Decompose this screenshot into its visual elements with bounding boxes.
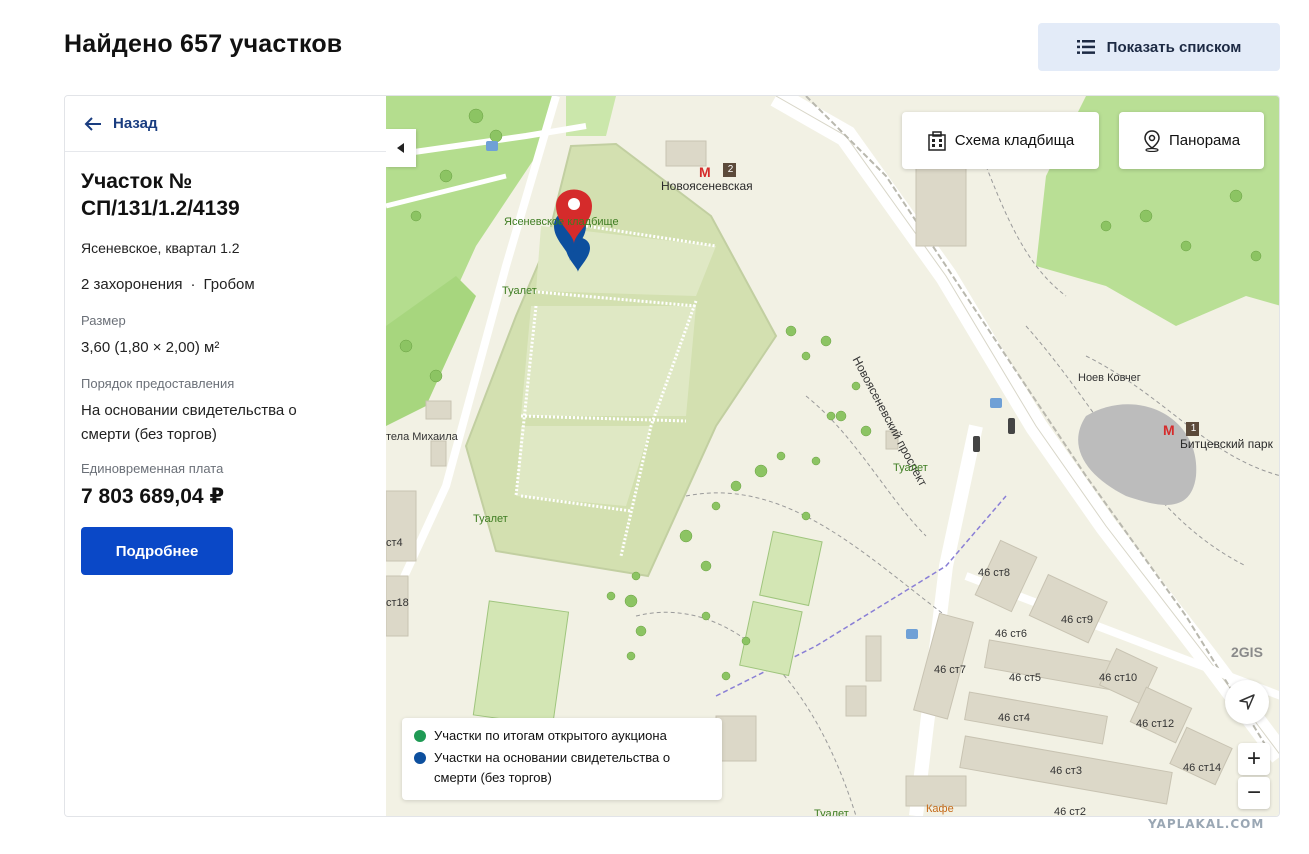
building-46-st5-label: 46 ст5	[1009, 672, 1041, 684]
building-46-st14-label: 46 ст14	[1183, 762, 1222, 774]
collapse-panel-button[interactable]	[386, 129, 416, 167]
map-legend: Участки по итогам открытого аукциона Уча…	[402, 718, 722, 800]
building-st18-label: ст18	[386, 597, 409, 609]
metro-novoyasenevskaya-label: Новоясеневская	[661, 179, 753, 193]
plot-details-panel: Назад Участок № СП/131/1.2/4139 Ясеневск…	[65, 96, 386, 816]
page-title: Найдено 657 участков	[64, 30, 343, 58]
zoom-out-button[interactable]: −	[1238, 777, 1270, 809]
back-button[interactable]: Назад	[65, 96, 386, 152]
size-value: 3,60 (1,80 × 2,00) м²	[81, 339, 220, 356]
burial-type: Гробом	[203, 276, 255, 293]
legend-item-auction: Участки по итогам открытого аукциона	[414, 726, 710, 746]
legend-auction-label: Участки по итогам открытого аукциона	[434, 728, 667, 743]
chevron-left-icon	[397, 143, 404, 153]
cemetery-scheme-label: Схема кладбища	[954, 132, 1075, 149]
details-button[interactable]: Подробнее	[81, 527, 233, 575]
building-46-st10-label: 46 ст10	[1099, 672, 1138, 684]
panorama-label: Панорама	[1168, 132, 1241, 149]
burial-count: 2 захоронения	[81, 276, 183, 293]
legend-certificate-label: Участки на основании свидетельства о сме…	[434, 750, 671, 785]
chapel-label: тела Михаила	[386, 431, 458, 443]
map-canvas: M M	[386, 96, 1279, 816]
locate-me-button[interactable]	[1225, 680, 1269, 724]
toilet-label-2: Туалет	[473, 513, 508, 525]
watermark: YAPLAKAL.COM	[1148, 817, 1265, 831]
toilet-label-1: Туалет	[502, 285, 537, 297]
toilet-label-4: Туалет	[814, 808, 849, 816]
building-46-st7-label: 46 ст7	[934, 664, 966, 676]
toilet-label-3: Туалет	[893, 462, 928, 474]
cemetery-label: Ясеневское кладбище	[504, 216, 619, 228]
size-label: Размер	[81, 313, 126, 328]
location-pin-icon	[1144, 129, 1160, 152]
zoom-in-button[interactable]: +	[1238, 743, 1270, 775]
metro-line-1-badge: 1	[1190, 423, 1197, 434]
separator-dot: ·	[190, 276, 196, 293]
fee-value: 7 803 689,04 ₽	[81, 485, 225, 508]
navigation-arrow-icon	[1239, 694, 1255, 710]
list-icon	[1076, 40, 1095, 54]
building-46-st8-label: 46 ст8	[978, 567, 1010, 579]
church-label: Ноев Ковчег	[1078, 372, 1141, 384]
plot-title: Участок № СП/131/1.2/4139	[81, 170, 240, 220]
building-scheme-icon	[927, 130, 946, 151]
results-frame: Назад Участок № СП/131/1.2/4139 Ясеневск…	[64, 95, 1280, 817]
map-view[interactable]: M M Ясеневское кладбище Новоясеневская 2…	[386, 96, 1279, 816]
arrow-left-icon	[84, 116, 101, 131]
cemetery-scheme-button[interactable]: Схема кладбища	[902, 112, 1099, 169]
show-list-label: Показать списком	[1106, 38, 1242, 56]
metro-line-2-badge: 2	[727, 164, 734, 175]
building-46-st9-label: 46 ст9	[1061, 614, 1093, 626]
building-46-st6-label: 46 ст6	[995, 628, 1027, 640]
cafe-label: Кафе	[926, 803, 954, 815]
svg-text:M: M	[699, 164, 711, 180]
plot-address: Ясеневское, квартал 1.2	[81, 240, 240, 256]
svg-text:M: M	[1163, 422, 1175, 438]
order-value: На основании свидетельства о смерти (без…	[81, 402, 297, 443]
blue-dot-icon	[414, 752, 426, 764]
back-label: Назад	[113, 115, 158, 132]
legend-item-certificate: Участки на основании свидетельства о сме…	[414, 748, 710, 788]
burial-info: 2 захоронения · Гробом	[81, 276, 370, 293]
building-st4-label: ст4	[386, 537, 403, 549]
green-dot-icon	[414, 730, 426, 742]
fee-label: Единовременная плата	[81, 461, 224, 476]
building-46-st3-label: 46 ст3	[1050, 765, 1082, 777]
map-brand-logo: 2GIS	[1231, 644, 1263, 660]
building-46-st4-label: 46 ст4	[998, 712, 1030, 724]
order-label: Порядок предоставления	[81, 376, 235, 391]
show-list-button[interactable]: Показать списком	[1038, 23, 1280, 71]
building-46-st2-label: 46 ст2	[1054, 806, 1086, 816]
metro-bitsevsky-park-label: Битцевский парк	[1180, 437, 1273, 451]
panorama-button[interactable]: Панорама	[1119, 112, 1264, 169]
building-46-st12-label: 46 ст12	[1136, 718, 1175, 730]
